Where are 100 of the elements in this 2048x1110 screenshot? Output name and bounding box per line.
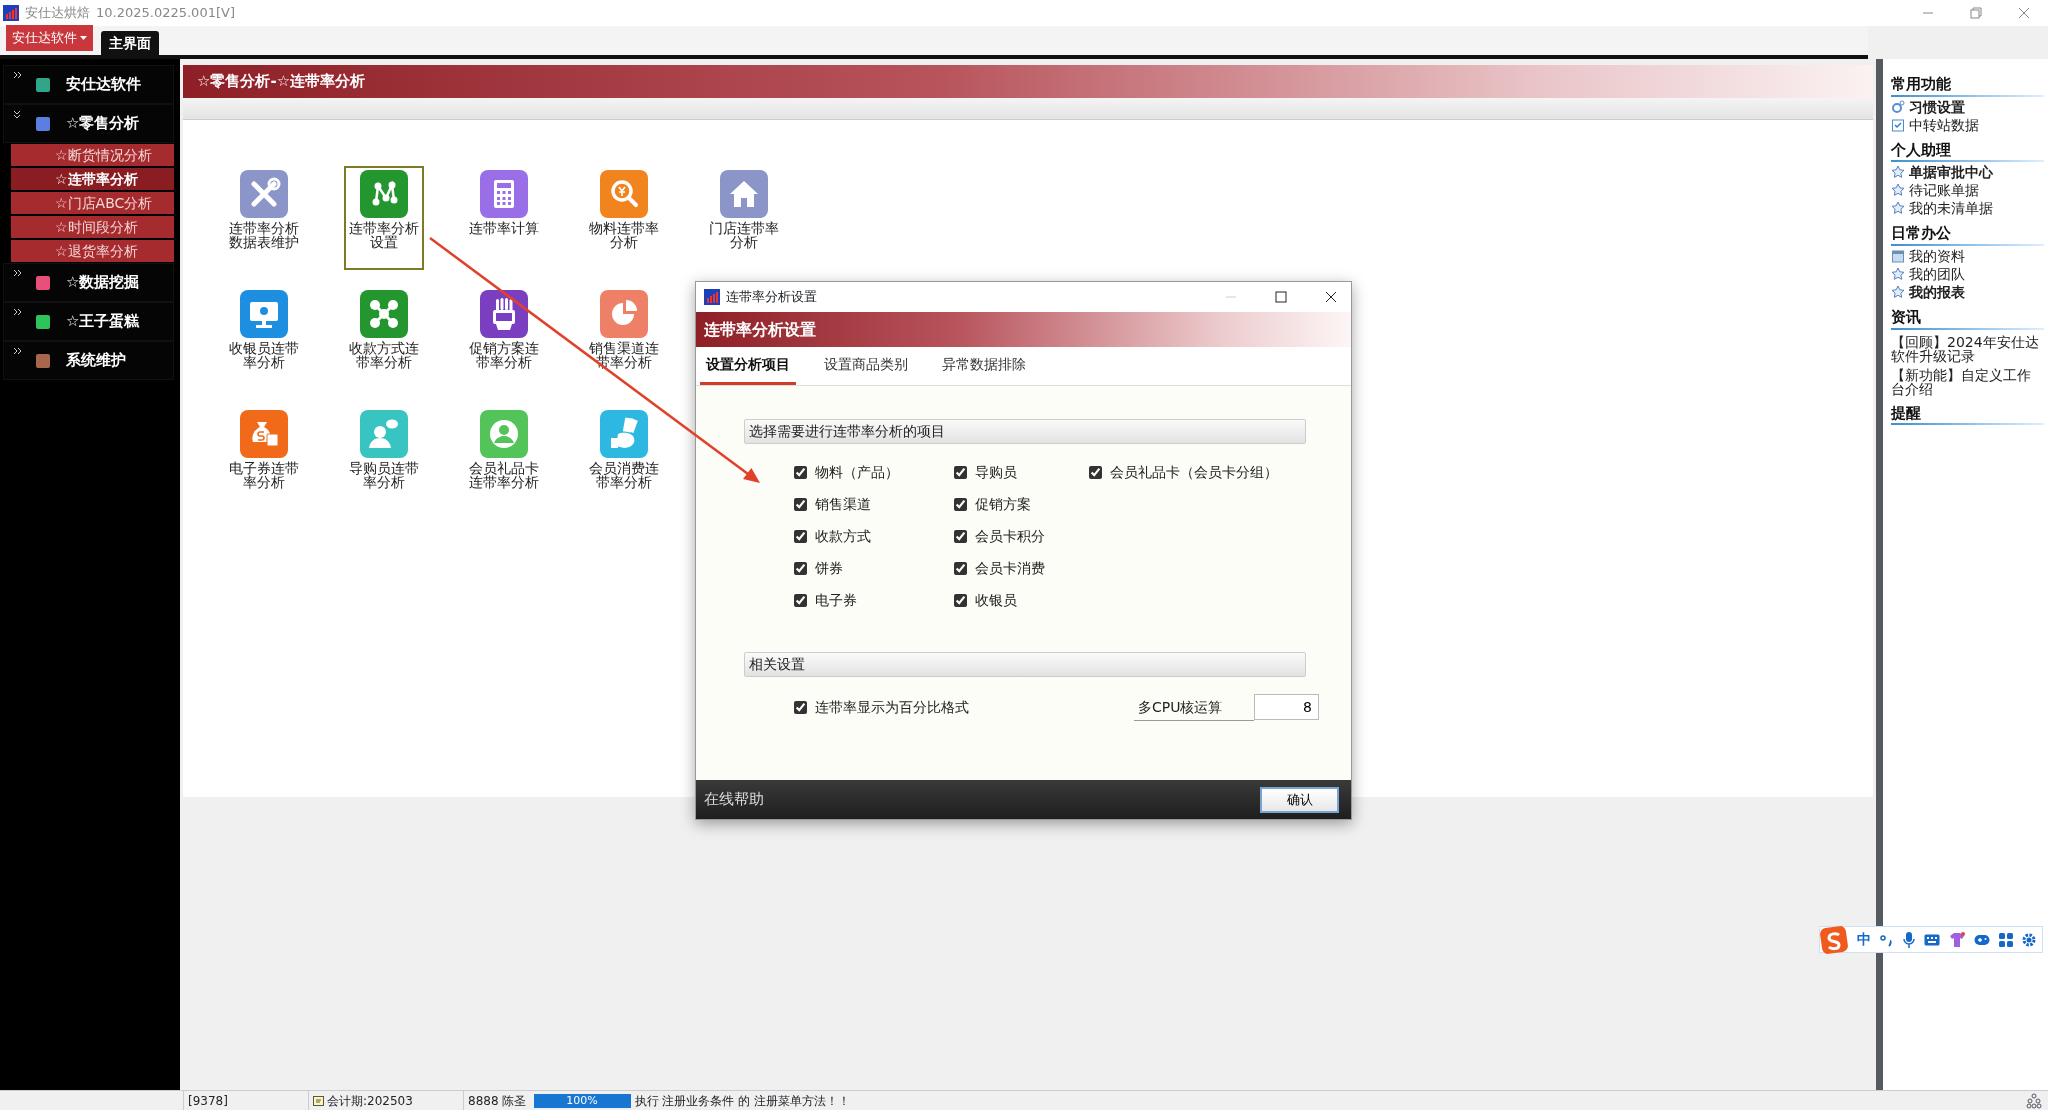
sidebar-group[interactable]: 系统维护 <box>3 341 174 380</box>
accounting-period: 会计期:202503 <box>327 1092 413 1110</box>
news-link[interactable]: 【新功能】自定义工作台介绍 <box>1891 367 2044 396</box>
expand-chevron-icon <box>13 269 22 278</box>
settings-icon[interactable] <box>2022 932 2036 947</box>
launcher-tile[interactable]: 导购员连带率分析 <box>344 406 424 510</box>
caret-icon <box>80 36 88 40</box>
checkbox[interactable] <box>794 497 807 511</box>
checkbox[interactable] <box>954 561 967 575</box>
option-label: 收款方式 <box>815 526 871 546</box>
section-title: 常用功能 <box>1891 75 2044 97</box>
launcher-tile[interactable]: 收款方式连带率分析 <box>344 286 424 390</box>
option-label: 会员卡积分 <box>975 526 1045 546</box>
sidebar-item[interactable]: ☆时间段分析 <box>11 216 174 238</box>
option-label: 导购员 <box>975 462 1017 482</box>
microphone-icon[interactable] <box>1903 931 1915 948</box>
checkbox[interactable] <box>794 561 807 575</box>
group-label: 安仕达软件 <box>66 74 141 96</box>
shortcut-link[interactable]: 单据审批中心 <box>1909 164 1993 181</box>
sidebar-group[interactable]: ☆王子蛋糕 <box>3 302 174 341</box>
tab[interactable]: 主界面 <box>101 31 160 55</box>
checkbox[interactable] <box>794 529 807 543</box>
checkbox[interactable] <box>794 465 807 479</box>
status-code: [9378] <box>188 1092 228 1110</box>
page-title-bar: ☆零售分析-☆连带率分析 <box>183 65 1873 98</box>
confirm-button[interactable]: 确认 <box>1260 786 1339 813</box>
tab[interactable]: 设置商品类别 <box>818 347 914 385</box>
checkbox[interactable] <box>954 529 967 543</box>
launcher-tile[interactable]: 收银员连带率分析 <box>224 286 304 390</box>
option-label: 会员礼品卡（会员卡分组） <box>1110 462 1278 482</box>
app-logo-icon <box>3 5 19 21</box>
star-icon <box>1891 165 1905 180</box>
gamepad-icon[interactable] <box>1974 932 1990 947</box>
shortcut-link[interactable]: 习惯设置 <box>1909 98 1965 115</box>
option-label: 连带率显示为百分比格式 <box>815 697 969 717</box>
group-label: 系统维护 <box>66 350 126 372</box>
launcher-tile[interactable]: 连带率分析设置 <box>344 166 424 270</box>
shortcut-link[interactable]: 中转站数据 <box>1909 116 1979 133</box>
dialog-title: 连带率分析设置 <box>726 288 817 307</box>
close-icon[interactable] <box>1325 291 1337 303</box>
apps-grid-icon[interactable] <box>1999 932 2013 947</box>
sidebar-group[interactable]: ☆数据挖掘 <box>3 263 174 302</box>
launcher-tile[interactable]: 连带率分析数据表维护 <box>224 166 304 270</box>
help-link[interactable]: 在线帮助 <box>704 788 764 811</box>
shortcut-link[interactable]: 我的团队 <box>1909 266 1965 283</box>
shortcut-link[interactable]: 我的资料 <box>1909 247 1965 265</box>
group-label: ☆王子蛋糕 <box>66 311 140 333</box>
maximize-icon[interactable] <box>1275 291 1287 303</box>
punctuation-icon[interactable] <box>1880 932 1894 947</box>
splitter-bar[interactable] <box>1876 59 1883 1090</box>
app-title: 安仕达烘焙 <box>25 4 90 23</box>
ime-logo-icon[interactable] <box>1820 925 1848 954</box>
option-label: 会员卡消费 <box>975 558 1045 578</box>
keyboard-icon[interactable] <box>1924 933 1940 946</box>
checkbox[interactable] <box>794 700 807 714</box>
launcher-tile[interactable]: 门店连带率分析 <box>704 166 784 270</box>
collapse-chevron-icon <box>13 110 22 119</box>
shirt-icon[interactable] <box>1949 931 1965 948</box>
sidebar-item[interactable]: ☆断货情况分析 <box>11 144 174 166</box>
option-label: 饼券 <box>815 558 843 578</box>
checkbox[interactable] <box>954 497 967 511</box>
progress-reading: 100% <box>565 1093 599 1108</box>
launcher-tile[interactable]: 会员礼品卡连带率分析 <box>464 406 544 510</box>
gear-icon <box>1891 99 1905 114</box>
sidebar-item[interactable]: ☆连带率分析 <box>11 168 174 190</box>
star-icon <box>1891 183 1905 198</box>
news-link[interactable]: 【回顾】2024年安仕达软件升级记录 <box>1891 334 2044 363</box>
section-title: 资讯 <box>1891 308 2044 330</box>
tab[interactable]: 异常数据排除 <box>936 347 1032 385</box>
pyramid-icon[interactable] <box>2026 1092 2042 1109</box>
star-icon <box>1891 201 1905 216</box>
app-version: 10.2025.0225.001[V] <box>96 4 235 23</box>
shortcut-link[interactable]: 我的报表 <box>1909 284 1965 301</box>
ime-mode-toggle[interactable]: 中 <box>1857 929 1871 950</box>
number-field[interactable]: 8 <box>1254 694 1319 720</box>
expand-chevron-icon <box>13 308 22 317</box>
section-title: 提醒 <box>1891 403 2044 426</box>
app-logo-icon <box>704 289 720 305</box>
shortcut-link[interactable]: 我的未清单据 <box>1909 200 1993 217</box>
launcher-tile[interactable]: 促销方案连带率分析 <box>464 286 544 390</box>
group-label: ☆数据挖掘 <box>66 272 140 294</box>
menu-button[interactable]: 安仕达软件 <box>6 25 94 51</box>
shortcut-link[interactable]: 待记账单据 <box>1909 182 1979 199</box>
sidebar-item[interactable]: ☆退货率分析 <box>11 240 174 262</box>
sidebar-item[interactable]: ☆门店ABC分析 <box>11 192 174 214</box>
user-code: 8888 <box>468 1092 499 1110</box>
sidebar-group[interactable]: ☆零售分析 <box>3 104 174 143</box>
launcher-tile[interactable]: 电子券连带率分析 <box>224 406 304 510</box>
checkbox[interactable] <box>794 593 807 607</box>
option-label: 物料（产品） <box>815 462 899 482</box>
checkbox[interactable] <box>954 593 967 607</box>
dialog-header: 连带率分析设置 <box>696 312 1351 347</box>
launcher-tile[interactable]: 连带率计算 <box>464 166 544 270</box>
checkbox[interactable] <box>1089 465 1102 479</box>
launcher-tile[interactable]: 会员消费连带率分析 <box>584 406 664 510</box>
clipboard-check-icon <box>1891 117 1905 132</box>
launcher-tile[interactable]: 物料连带率分析 <box>584 166 664 270</box>
tab[interactable]: 设置分析项目 <box>700 347 796 385</box>
sidebar-group[interactable]: 安仕达软件 <box>3 65 174 104</box>
checkbox[interactable] <box>954 465 967 479</box>
